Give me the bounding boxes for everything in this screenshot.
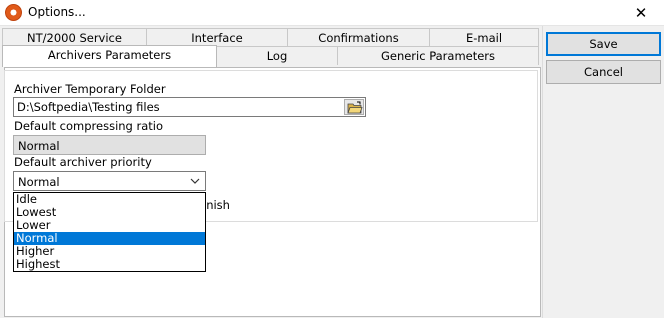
priority-select[interactable]: Normal xyxy=(13,171,206,191)
priority-dropdown-list: Idle Lowest Lower Normal Higher Highest xyxy=(13,192,206,272)
open-folder-icon xyxy=(347,101,363,114)
title-bar: Options... ✕ xyxy=(0,0,664,26)
tab-log[interactable]: Log xyxy=(216,46,338,65)
temp-folder-field[interactable]: D:\Softpedia\Testing files xyxy=(13,97,366,117)
cancel-button[interactable]: Cancel xyxy=(546,60,661,84)
compress-ratio-select[interactable]: Normal xyxy=(13,135,206,155)
dialog-client: NT/2000 Service Interface Confirmations … xyxy=(0,26,664,318)
temp-folder-value: D:\Softpedia\Testing files xyxy=(17,100,160,114)
tab-label: E-mail xyxy=(465,31,503,45)
tab-generic-parameters[interactable]: Generic Parameters xyxy=(337,46,539,65)
app-lifebuoy-icon xyxy=(5,4,22,21)
save-button[interactable]: Save xyxy=(546,32,661,56)
tab-label: Confirmations xyxy=(318,31,399,45)
tab-label: Log xyxy=(266,49,288,63)
tab-label: Generic Parameters xyxy=(380,49,496,63)
window-title: Options... xyxy=(28,5,86,19)
compress-ratio-value: Normal xyxy=(18,139,60,153)
browse-folder-button[interactable] xyxy=(344,99,364,115)
dropdown-option-highest[interactable]: Highest xyxy=(14,258,205,271)
priority-label: Default archiver priority xyxy=(14,155,152,169)
temp-folder-label: Archiver Temporary Folder xyxy=(14,82,166,96)
priority-value: Normal xyxy=(18,175,60,189)
close-icon[interactable]: ✕ xyxy=(618,0,664,26)
tab-email[interactable]: E-mail xyxy=(429,28,539,47)
tab-label: NT/2000 Service xyxy=(27,31,122,45)
checkbox-label-partial[interactable]: inish xyxy=(203,198,230,212)
chevron-down-icon xyxy=(190,178,200,184)
tab-label: Interface xyxy=(191,31,243,45)
tab-label: Archivers Parameters xyxy=(47,48,172,62)
tab-confirmations[interactable]: Confirmations xyxy=(287,28,430,47)
compress-ratio-label: Default compressing ratio xyxy=(14,119,164,133)
tab-archivers-parameters[interactable]: Archivers Parameters xyxy=(2,45,217,67)
